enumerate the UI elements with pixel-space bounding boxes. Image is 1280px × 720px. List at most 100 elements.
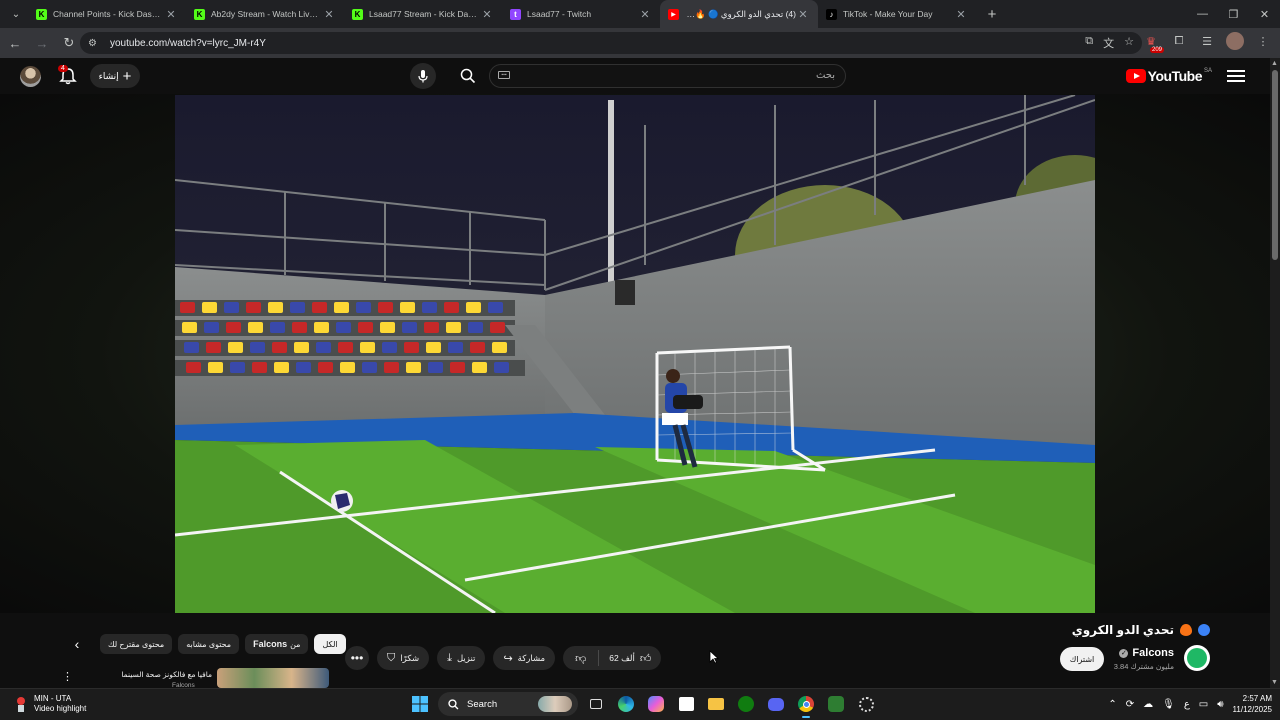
- reading-list-icon[interactable]: ☰: [1198, 32, 1216, 50]
- translate-icon[interactable]: 文: [1103, 35, 1114, 51]
- search-placeholder: بحث: [815, 70, 835, 81]
- edge-browser-icon[interactable]: [614, 692, 638, 716]
- channel-name[interactable]: ✓ Falcons: [1119, 647, 1174, 659]
- new-tab-button[interactable]: +: [980, 6, 1004, 23]
- notifications-bell-icon[interactable]: 4: [58, 65, 78, 85]
- close-tab-icon[interactable]: ✕: [480, 8, 494, 21]
- channel-avatar[interactable]: [1184, 645, 1210, 671]
- mic-icon: [418, 70, 428, 83]
- close-tab-icon[interactable]: ✕: [796, 8, 810, 21]
- windows-start-icon[interactable]: [408, 692, 432, 716]
- download-icon: ⤓: [447, 651, 452, 664]
- guide-menu-icon[interactable]: [1227, 67, 1245, 85]
- subscribe-button[interactable]: اشتراك: [1060, 647, 1104, 671]
- tray-overflow-chevron-icon[interactable]: ⌃: [1108, 699, 1116, 710]
- maximize-icon[interactable]: ❐: [1218, 0, 1249, 28]
- download-button[interactable]: ⤓ تنزيل: [437, 646, 486, 670]
- network-icon[interactable]: ▭: [1199, 699, 1208, 710]
- bookmark-star-icon[interactable]: ☆: [1124, 35, 1134, 51]
- chip-from-channel[interactable]: Falcons من: [245, 634, 309, 654]
- file-explorer-icon[interactable]: [704, 692, 728, 716]
- search-icon: [448, 698, 459, 709]
- window-controls: — ❐ ✕: [1187, 0, 1280, 28]
- tab-title: TikTok - Make Your Day: [843, 9, 933, 19]
- account-avatar[interactable]: [20, 66, 41, 87]
- close-tab-icon[interactable]: ✕: [164, 8, 178, 21]
- more-actions-button[interactable]: •••: [345, 646, 369, 670]
- recommended-video-item[interactable]: ⋮ مافيا مع فالكونز صحة السينما Falcons: [60, 668, 330, 689]
- close-tab-icon[interactable]: ✕: [954, 8, 968, 21]
- search-input[interactable]: ▪▪▪ بحث: [489, 64, 846, 88]
- onedrive-cloud-icon[interactable]: ☁: [1143, 699, 1153, 710]
- thanks-button[interactable]: ⛉ شكرًا: [377, 646, 430, 670]
- close-tab-icon[interactable]: ✕: [638, 8, 652, 21]
- task-view-icon[interactable]: [584, 692, 608, 716]
- discord-icon[interactable]: [764, 692, 788, 716]
- system-tray: ⌃ ⟳ ☁ 🎙︎ ع ▭ 🔊︎ 2:57 AM 11/12/2025: [1108, 693, 1272, 715]
- input-language[interactable]: ع: [1184, 699, 1190, 710]
- taskbar-search-box[interactable]: Search: [438, 692, 578, 716]
- reload-icon[interactable]: ↻: [57, 31, 81, 55]
- close-tab-icon[interactable]: ✕: [322, 8, 336, 21]
- chevron-left-icon[interactable]: ‹: [66, 633, 88, 655]
- app-loading-icon[interactable]: [854, 692, 878, 716]
- chip-all[interactable]: الكل: [314, 634, 346, 654]
- extension-icon[interactable]: ♛ 209: [1142, 32, 1164, 53]
- video-player[interactable]: [175, 95, 1095, 613]
- back-arrow-icon[interactable]: ←: [3, 31, 27, 55]
- browser-tab[interactable]: K Channel Points - Kick Dashboard ✕: [28, 0, 186, 28]
- volume-icon[interactable]: 🔊︎: [1217, 699, 1223, 710]
- share-button[interactable]: ↪ مشاركة: [493, 646, 556, 670]
- like-count: 62 ألف: [609, 652, 635, 663]
- keyboard-icon[interactable]: ▪▪▪: [498, 71, 510, 79]
- scrollbar-thumb[interactable]: [1272, 70, 1278, 260]
- address-bar[interactable]: ⚙ youtube.com/watch?v=lyrc_JM-r4Y ⧉ 文 ☆: [80, 32, 1142, 54]
- url-text: youtube.com/watch?v=lyrc_JM-r4Y: [110, 37, 266, 49]
- browser-menu-icon[interactable]: ⋮: [1254, 32, 1272, 50]
- clock-date: 11/12/2025: [1232, 705, 1272, 714]
- thumbs-down-icon: 👎︎: [575, 652, 587, 665]
- browser-tab[interactable]: K Lsaad77 Stream - Kick Dashboard ✕: [344, 0, 502, 28]
- search-button[interactable]: [455, 64, 481, 88]
- profile-avatar[interactable]: [1226, 32, 1244, 50]
- tab-search-button[interactable]: ⌄: [4, 3, 28, 25]
- scroll-up-arrow-icon[interactable]: ▲: [1271, 60, 1278, 67]
- tab-title: Lsaad77 Stream - Kick Dashboard: [369, 9, 480, 19]
- channel-name-text: Falcons: [1132, 647, 1174, 659]
- install-app-icon[interactable]: ⧉: [1085, 35, 1093, 51]
- dislike-button[interactable]: 👎︎: [563, 646, 598, 670]
- browser-tab[interactable]: ♪ TikTok - Make Your Day ✕: [818, 0, 976, 28]
- site-info-icon[interactable]: ⚙: [88, 38, 102, 49]
- video-actions: ••• ⛉ شكرًا ⤓ تنزيل ↪ مشاركة 👎︎ 62 ألف 👍…: [345, 646, 662, 670]
- browser-tab[interactable]: K Ab2dy Stream - Watch Live on Kick ✕: [186, 0, 344, 28]
- microphone-icon[interactable]: 🎙︎: [1162, 699, 1175, 710]
- voice-search-mic-icon[interactable]: [410, 63, 436, 89]
- browser-tab[interactable]: t Lsaad77 - Twitch ✕: [502, 0, 660, 28]
- copilot-icon[interactable]: [644, 692, 668, 716]
- plus-icon: +: [122, 67, 132, 85]
- close-window-icon[interactable]: ✕: [1249, 0, 1280, 28]
- chrome-icon[interactable]: [794, 692, 818, 718]
- app-green-icon[interactable]: [824, 692, 848, 716]
- extensions-puzzle-icon[interactable]: ⧠: [1170, 32, 1188, 50]
- chip-recommended[interactable]: محتوى مقترح لك: [100, 634, 173, 654]
- video-frame: [175, 95, 1095, 613]
- xbox-icon[interactable]: [734, 692, 758, 716]
- microsoft-store-icon[interactable]: [674, 692, 698, 716]
- region-code: SA: [1203, 68, 1212, 74]
- chip-related[interactable]: محتوى مشابه: [178, 634, 240, 654]
- youtube-play-logo-icon: [1125, 69, 1146, 83]
- create-button[interactable]: إنشاء +: [90, 64, 140, 88]
- more-vert-icon[interactable]: ⋮: [62, 670, 73, 683]
- like-button[interactable]: 62 ألف 👍︎: [599, 646, 661, 670]
- minimize-icon[interactable]: —: [1187, 0, 1218, 28]
- taskbar-clock[interactable]: 2:57 AM 11/12/2025: [1233, 693, 1272, 715]
- forward-arrow-icon[interactable]: →: [30, 31, 54, 55]
- sync-icon[interactable]: ⟳: [1126, 699, 1134, 710]
- taskbar-widget[interactable]: MIN - UTA Video highlight: [14, 694, 86, 714]
- browser-tab-active[interactable]: ▶ (4) تحدي الدو الكروي 🔵 🔥 - YouTube ✕: [660, 0, 818, 28]
- recommended-video-thumbnail[interactable]: [217, 668, 329, 688]
- page-scrollbar[interactable]: ▲ ▼: [1270, 58, 1280, 688]
- youtube-logo[interactable]: YouTube SA: [1125, 68, 1212, 84]
- scroll-down-arrow-icon[interactable]: ▼: [1271, 679, 1278, 686]
